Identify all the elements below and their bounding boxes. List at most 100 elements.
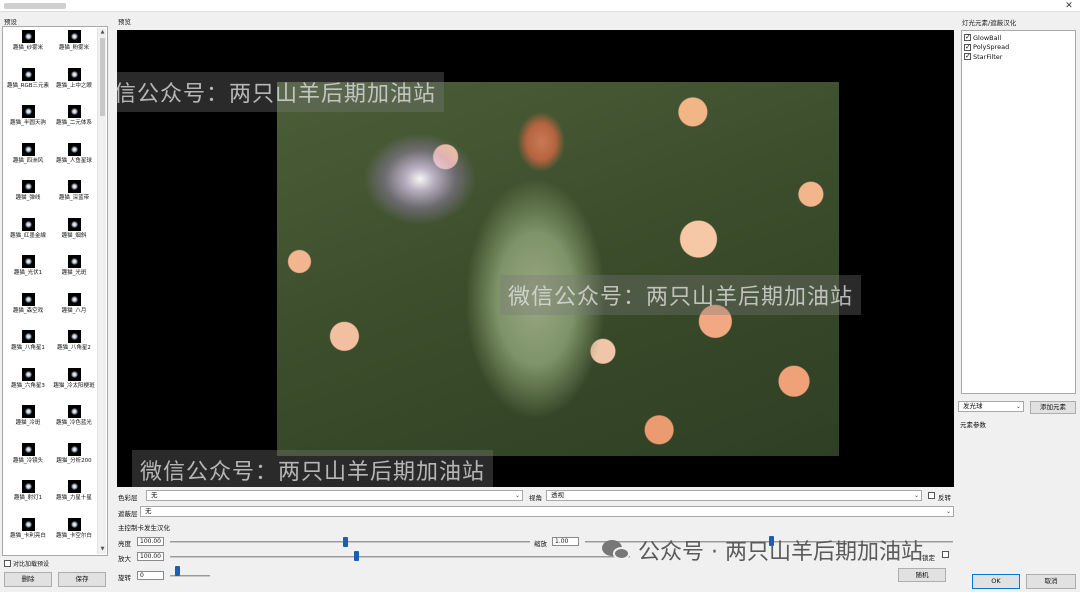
effect-item[interactable]: PolySpread (962, 43, 1075, 53)
preset-label: 趣猫_深蓝带 (58, 195, 90, 201)
preset-thumbnail (21, 405, 35, 418)
preset-label: 趣猫_上中之眼 (56, 82, 92, 89)
preset-label: 趣猫_光伏1 (13, 270, 43, 276)
preset-item[interactable]: 趣猫_上中之眼 (51, 67, 97, 106)
scroll-thumb[interactable] (100, 38, 105, 116)
preset-label: 趣猫_纱雾米 (12, 45, 44, 51)
magnify-slider-thumb[interactable] (354, 551, 359, 561)
preset-item[interactable]: 趣猫_冷色蓝光 (51, 405, 97, 443)
preset-thumbnail (21, 330, 35, 343)
preset-item[interactable]: 趣猫_烟斜 (51, 217, 97, 256)
preset-thumbnail (21, 367, 35, 381)
delete-button[interactable]: 删除 (4, 572, 52, 587)
effect-checkbox[interactable] (964, 43, 971, 51)
effect-list[interactable]: GlowBallPolySpreadStarFilter (961, 30, 1076, 394)
brightness-slider-thumb[interactable] (342, 537, 348, 547)
effect-label: PolySpread (973, 43, 1010, 52)
zoom-input[interactable]: 1.00 (552, 537, 579, 546)
preset-item[interactable]: 趣猫_八角星2 (51, 330, 97, 368)
preset-item[interactable]: 趣猫_分析200 (51, 442, 97, 481)
preset-item[interactable]: 趣猫_卡利亮白 (5, 517, 51, 556)
preset-item[interactable]: 趣猫_八月 (51, 292, 97, 331)
preset-item[interactable]: 趣猫_光斑 (51, 255, 97, 293)
chevron-down-icon: ⌄ (1015, 403, 1021, 410)
effect-item[interactable]: GlowBall (962, 33, 1075, 43)
close-icon[interactable]: ✕ (1060, 0, 1078, 12)
brand-text: 公众号 · 两只山羊后期加油站 (638, 540, 923, 565)
element-type-select[interactable]: 发光球 ⌄ (958, 401, 1024, 412)
preset-item[interactable]: 趣猫_冷镜头 (5, 442, 51, 481)
preset-item[interactable]: 趣猫_六角星3 (5, 367, 51, 406)
preset-label: 趣猫_分析200 (56, 457, 92, 464)
preset-item[interactable]: 趣猫_四洲风 (5, 142, 51, 181)
scroll-down-icon[interactable]: ▼ (98, 545, 107, 554)
brightness-input[interactable]: 100.00 (137, 537, 164, 546)
effect-checkbox[interactable] (964, 33, 971, 42)
watermark-top: 微信公众号：两只山羊后期加油站 (117, 72, 445, 112)
preset-item[interactable]: 趣猫_深蓝带 (51, 180, 97, 218)
preset-grid: 趣猫_纱雾米 趣猫_粉雾米 趣猫_RGB三元素 趣猫_上中之眼趣猫_半圆天驹 趣猫_二元… (5, 30, 97, 555)
preset-item[interactable]: 趣猫_力星十星 (51, 480, 97, 518)
rotate-input[interactable]: 0 (137, 571, 164, 580)
element-params-label: 元素参数 (960, 421, 986, 429)
compare-checkbox[interactable] (4, 560, 11, 567)
effect-item[interactable]: StarFilter (962, 52, 1075, 62)
preset-item[interactable]: 趣猫_射灯1 (5, 480, 51, 518)
preset-scrollbar[interactable]: ▲ ▼ (97, 28, 106, 554)
occlusion-select[interactable]: 无 ⌄ (140, 506, 954, 517)
reverse-checkbox[interactable] (928, 492, 935, 499)
preset-label: 趣猫_冷太阳梗斑 (53, 382, 95, 389)
compare-preset-row[interactable]: 对比加载预设 (4, 559, 49, 568)
save-button[interactable]: 保存 (58, 572, 106, 587)
ok-button[interactable]: OK (972, 574, 1020, 589)
preset-thumbnail (67, 405, 81, 418)
preset-label: 趣猫_二元体系 (56, 120, 92, 126)
preset-label: 趣猫_八月 (61, 307, 87, 314)
color-layer-select[interactable]: 无 ⌄ (146, 490, 523, 501)
view-select[interactable]: 透视 ⌄ (546, 490, 922, 501)
effect-checkbox[interactable] (964, 52, 971, 61)
preset-item[interactable]: 趣猫_人鱼星球 (51, 142, 97, 181)
preset-thumbnail (67, 442, 81, 456)
preview-canvas[interactable]: 微信公众号：两只山羊后期加油站 微信公众号：两只山羊后期加油站 微信公众号：两只… (117, 30, 954, 487)
preset-label: 趣猫_四洲风 (12, 157, 44, 164)
brightness-slider-track[interactable] (170, 541, 530, 543)
preset-thumbnail (21, 517, 35, 531)
preset-item[interactable]: 趣猫_粉雾米 (51, 30, 97, 68)
magnify-slider-track[interactable] (170, 556, 630, 558)
view-value: 透视 (551, 491, 564, 499)
preset-label: 趣猫_八角星2 (57, 345, 91, 351)
preset-item[interactable]: 趣猫_冷斑 (5, 405, 51, 443)
preset-item[interactable]: 趣猫_半圆天驹 (5, 105, 51, 143)
preset-label: 趣猫_卡利亮白 (10, 532, 46, 539)
preset-item[interactable]: 趣猫_二元体系 (51, 105, 97, 143)
effect-list-inner: GlowBallPolySpreadStarFilter (962, 31, 1075, 62)
rotate-slider-thumb[interactable] (175, 566, 181, 576)
scroll-up-icon[interactable]: ▲ (98, 28, 107, 37)
magnify-input[interactable]: 100.00 (137, 552, 164, 561)
preset-item[interactable]: 趣猫_弹线 (5, 180, 51, 218)
preset-thumbnail (67, 367, 81, 381)
preset-label: 趣猫_弹线 (15, 195, 41, 201)
preset-thumbnail (67, 480, 81, 493)
main-control-section-label: 主控制卡发生汉化 (118, 524, 170, 532)
preset-item[interactable]: 趣猫_纱雾米 (5, 30, 51, 68)
preset-item[interactable]: 趣猫_八角星1 (5, 330, 51, 368)
preset-item[interactable]: 趣猫_冷太阳梗斑 (51, 367, 97, 406)
random-button[interactable]: 随机 (898, 568, 946, 582)
preset-label: 趣猫_冷斑 (15, 420, 41, 426)
preset-item[interactable]: 趣猫_卡空尔白 (51, 517, 97, 556)
preset-list[interactable]: 趣猫_纱雾米 趣猫_粉雾米 趣猫_RGB三元素 趣猫_上中之眼趣猫_半圆天驹 趣猫_二元… (2, 26, 108, 556)
cancel-button[interactable]: 取消 (1026, 574, 1076, 589)
preset-item[interactable]: 趣猫_红墨金線 (5, 217, 51, 256)
glow-flare[interactable] (365, 134, 475, 224)
compare-label: 对比加载预设 (13, 561, 50, 568)
add-element-button[interactable]: 添加元素 (1030, 401, 1076, 414)
presets-label: 预设 (4, 18, 17, 26)
lock-checkbox[interactable] (942, 551, 949, 558)
preset-item[interactable]: 趣猫_森空戏 (5, 292, 51, 331)
preset-label: 趣猫_力星十星 (56, 495, 92, 501)
preset-item[interactable]: 趣猫_RGB三元素 (5, 67, 51, 106)
preset-item[interactable]: 趣猫_光伏1 (5, 255, 51, 293)
rotate-label: 旋转 (118, 574, 131, 582)
